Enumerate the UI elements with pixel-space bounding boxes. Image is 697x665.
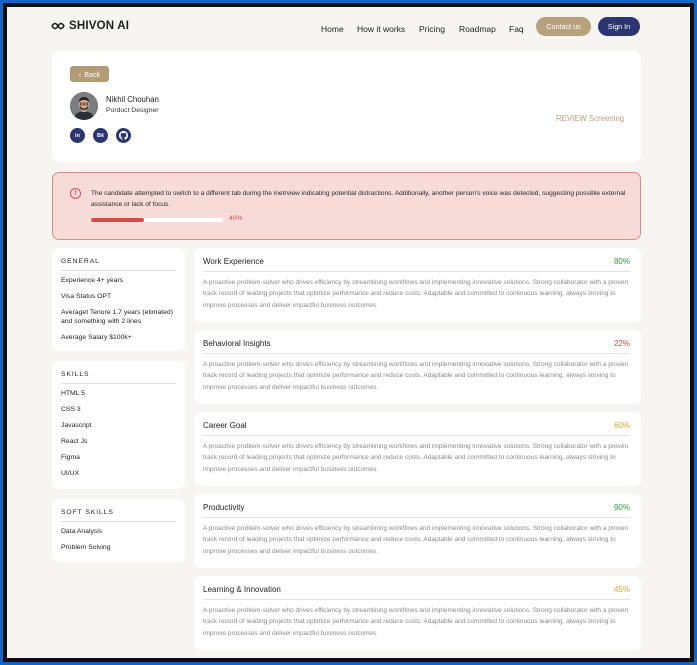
divider xyxy=(203,517,630,518)
alert-message: The candidate attempted to switch to a d… xyxy=(91,190,626,208)
list-item: HTML 5 xyxy=(61,390,85,397)
evaluation-card-work-experience: Work Experience 80% A proactive problem-… xyxy=(194,248,641,322)
nav-links: Home How it works Pricing Roadmap Faq xyxy=(321,24,524,34)
list-item: Average Salary $100k+ xyxy=(61,333,132,341)
sign-in-button[interactable]: Sign In xyxy=(598,17,640,36)
github-glyph xyxy=(119,131,128,140)
chevron-left-icon: ‹ xyxy=(78,69,82,79)
proctoring-alert: ! The candidate attempted to switch to a… xyxy=(52,172,641,240)
github-icon[interactable] xyxy=(116,128,131,143)
soft-skills-list: Data Analysis Problem Solving xyxy=(61,528,181,560)
evaluation-score: 45% xyxy=(613,585,630,594)
evaluation-score: 60% xyxy=(613,421,630,430)
list-item: Figma xyxy=(61,454,80,461)
list-item: Problem Solving xyxy=(61,544,111,551)
logo[interactable]: SHIVON AI xyxy=(51,20,129,32)
evaluation-score: 80% xyxy=(613,257,630,266)
alert-icon: ! xyxy=(70,188,81,199)
linkedin-icon[interactable]: in xyxy=(70,128,85,143)
general-list: Experience 4+ years Visa Status OPT Aver… xyxy=(61,277,181,350)
list-item: Data Analysis xyxy=(61,528,103,535)
candidate-profile-card: ‹ Back Nikhil Chouhan Porduct Designer i… xyxy=(52,51,641,162)
back-button-label: Back xyxy=(84,69,101,79)
divider xyxy=(203,599,630,600)
candidate-role: Porduct Designer xyxy=(106,107,159,114)
evaluation-title: Career Goal xyxy=(203,421,247,430)
list-item: Visa Status OPT xyxy=(61,293,112,300)
nav-link-home[interactable]: Home xyxy=(321,24,357,34)
social-links: in Bē xyxy=(70,128,131,143)
list-item: Javascript xyxy=(61,422,92,429)
contact-us-button[interactable]: Contact us xyxy=(536,17,591,36)
list-item: Averaget Tenure 1.7 years (etimated) and… xyxy=(61,309,173,325)
evaluation-card-learning-innovation: Learning & Innovation 45% A proactive pr… xyxy=(194,576,641,650)
evaluation-title: Work Experience xyxy=(203,257,264,266)
evaluation-description: A proactive problem-solver who drives ef… xyxy=(203,525,629,555)
evaluation-score: 90% xyxy=(613,503,630,512)
soft-skills-title: SOFT SKILLS xyxy=(61,509,176,522)
evaluation-card-behavioral-insights: Behavioral Insights 22% A proactive prob… xyxy=(194,330,641,404)
list-item: Experience 4+ years xyxy=(61,277,124,284)
candidate-name: Nikhil Chouhan xyxy=(106,95,159,104)
evaluation-description: A proactive problem-solver who drives ef… xyxy=(203,279,629,309)
evaluation-title: Learning & Innovation xyxy=(203,585,281,594)
behance-icon[interactable]: Bē xyxy=(93,128,108,143)
evaluation-title: Behavioral Insights xyxy=(203,339,271,348)
window-frame: SHIVON AI Home How it works Pricing Road… xyxy=(3,3,694,662)
risk-progress-label: 40% xyxy=(229,215,243,222)
review-status: REVIEW Screening xyxy=(556,114,625,123)
nav-link-how-it-works[interactable]: How it works xyxy=(357,24,419,34)
risk-progress-bar xyxy=(91,218,223,222)
evaluation-card-productivity: Productivity 90% A proactive problem-sol… xyxy=(194,494,641,568)
evaluation-description: A proactive problem-solver who drives ef… xyxy=(203,443,629,473)
logo-icon xyxy=(51,22,65,30)
general-title: GENERAL xyxy=(61,258,176,271)
back-button[interactable]: ‹ Back xyxy=(70,66,109,82)
nav-link-faq[interactable]: Faq xyxy=(509,24,524,34)
avatar xyxy=(70,92,98,120)
list-item: CSS 3 xyxy=(61,406,81,413)
general-card: GENERAL Experience 4+ years Visa Status … xyxy=(52,248,185,351)
evaluation-card-career-goal: Career Goal 60% A proactive problem-solv… xyxy=(194,412,641,486)
evaluation-title: Productivity xyxy=(203,503,245,512)
skills-list: HTML 5 CSS 3 Javascript React Js Figma U… xyxy=(61,390,181,486)
evaluation-description: A proactive problem-solver who drives ef… xyxy=(203,607,629,637)
logo-text: SHIVON AI xyxy=(69,20,130,32)
nav-link-pricing[interactable]: Pricing xyxy=(419,24,459,34)
divider xyxy=(203,435,630,436)
divider xyxy=(203,271,630,272)
list-item: UI/UX xyxy=(61,470,80,477)
divider xyxy=(203,353,630,354)
soft-skills-card: SOFT SKILLS Data Analysis Problem Solvin… xyxy=(52,499,185,562)
avatar-image xyxy=(70,92,98,120)
nav-link-roadmap[interactable]: Roadmap xyxy=(459,24,509,34)
evaluation-description: A proactive problem-solver who drives ef… xyxy=(203,361,629,391)
page: SHIVON AI Home How it works Pricing Road… xyxy=(7,7,690,658)
top-navbar: SHIVON AI Home How it works Pricing Road… xyxy=(7,7,690,47)
risk-progress-fill xyxy=(91,218,144,222)
list-item: React Js xyxy=(61,438,88,445)
skills-title: SKILLS xyxy=(61,371,176,384)
skills-card: SKILLS HTML 5 CSS 3 Javascript React Js … xyxy=(52,361,185,489)
evaluation-score: 22% xyxy=(613,339,630,348)
